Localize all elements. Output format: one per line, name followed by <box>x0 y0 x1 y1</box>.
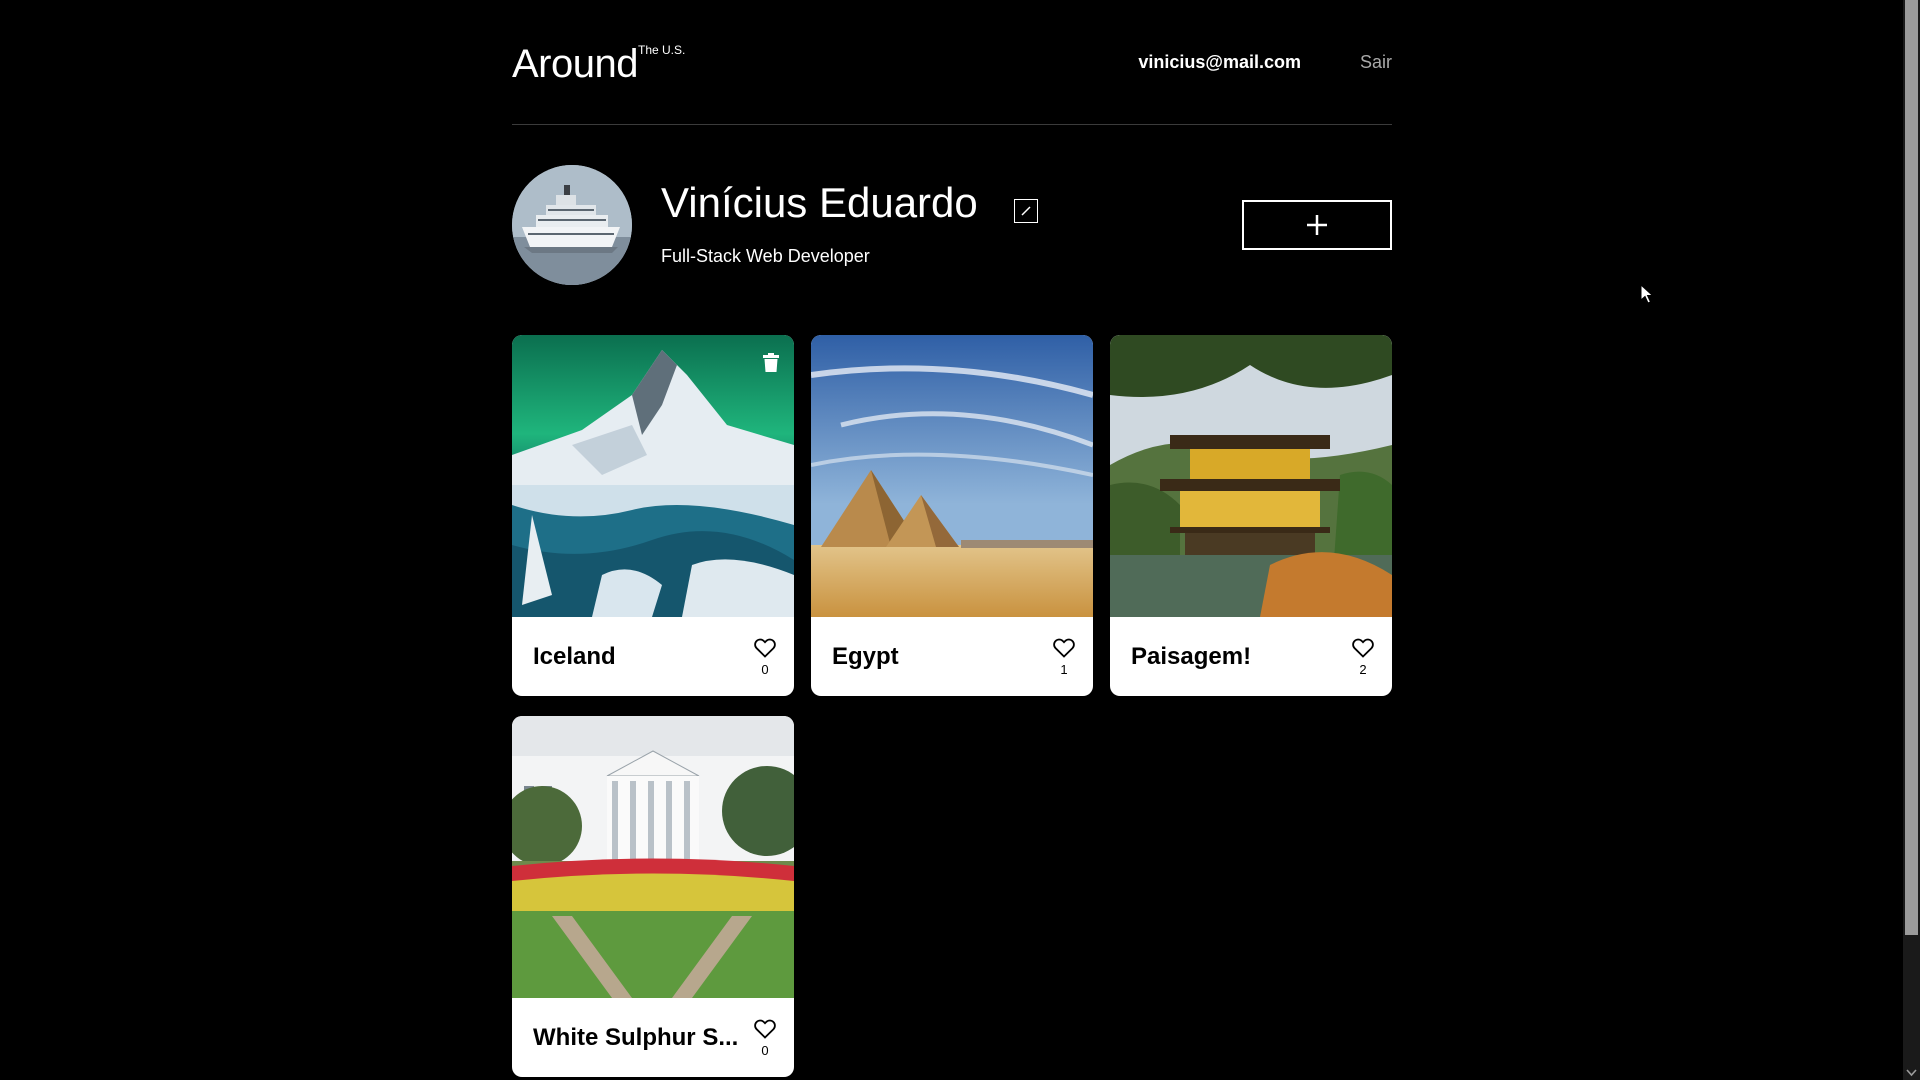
card-title: White Sulphur S... <box>533 1024 739 1051</box>
like-count: 0 <box>761 1043 769 1058</box>
like-count: 1 <box>1060 662 1068 677</box>
heart-outline-icon <box>754 638 776 658</box>
vertical-scrollbar[interactable] <box>1903 0 1920 1080</box>
page: Around The U.S. vinicius@mail.com Sair V… <box>0 0 1920 1080</box>
card-title: Paisagem! <box>1131 643 1252 670</box>
plus-icon <box>1307 215 1327 235</box>
edit-profile-button[interactable] <box>1014 199 1038 223</box>
trash-icon <box>763 353 779 372</box>
card-image-iceland[interactable] <box>512 335 794 617</box>
heart-outline-icon <box>1053 638 1075 658</box>
card-paisagem: Paisagem! 2 <box>1110 335 1392 696</box>
profile-avatar[interactable] <box>512 165 632 285</box>
card-title: Iceland <box>533 643 616 670</box>
card-image-egypt[interactable] <box>811 335 1093 617</box>
delete-card-button[interactable] <box>762 353 780 372</box>
header: Around The U.S. vinicius@mail.com Sair <box>512 0 1392 125</box>
profile-section: Vinícius Eduardo Full-Stack Web Develope… <box>512 165 1392 285</box>
card-white-sulphur: White Sulphur S... 0 <box>512 716 794 1077</box>
chevron-down-icon[interactable] <box>1906 1067 1917 1078</box>
like-button[interactable] <box>754 1019 776 1039</box>
card-image-white-sulphur[interactable] <box>512 716 794 998</box>
card-egypt: Egypt 1 <box>811 335 1093 696</box>
like-button[interactable] <box>1053 638 1075 658</box>
logo-superscript: The U.S. <box>638 43 686 57</box>
white-sulphur-image <box>512 716 794 998</box>
logo[interactable]: Around <box>512 40 638 88</box>
mouse-cursor-icon <box>1640 284 1654 304</box>
pencil-icon <box>1021 206 1031 216</box>
golden-pavilion-image <box>1110 335 1392 617</box>
like-button[interactable] <box>754 638 776 658</box>
user-email: vinicius@mail.com <box>1138 52 1301 72</box>
scrollbar-thumb[interactable] <box>1905 0 1918 935</box>
card-iceland: Iceland 0 <box>512 335 794 696</box>
card-title: Egypt <box>832 643 899 670</box>
like-count: 2 <box>1359 662 1367 677</box>
like-button[interactable] <box>1352 638 1374 658</box>
heart-outline-icon <box>1352 638 1374 658</box>
egypt-image <box>811 335 1093 617</box>
heart-outline-icon <box>754 1019 776 1039</box>
profile-about: Full-Stack Web Developer <box>661 246 870 266</box>
logout-link[interactable]: Sair <box>1360 51 1392 73</box>
profile-name: Vinícius Eduardo <box>661 179 978 226</box>
card-image-paisagem[interactable] <box>1110 335 1392 617</box>
like-count: 0 <box>761 662 769 677</box>
iceland-image <box>512 335 794 617</box>
add-card-button[interactable] <box>1242 200 1392 250</box>
cruise-ship-image <box>512 165 632 285</box>
